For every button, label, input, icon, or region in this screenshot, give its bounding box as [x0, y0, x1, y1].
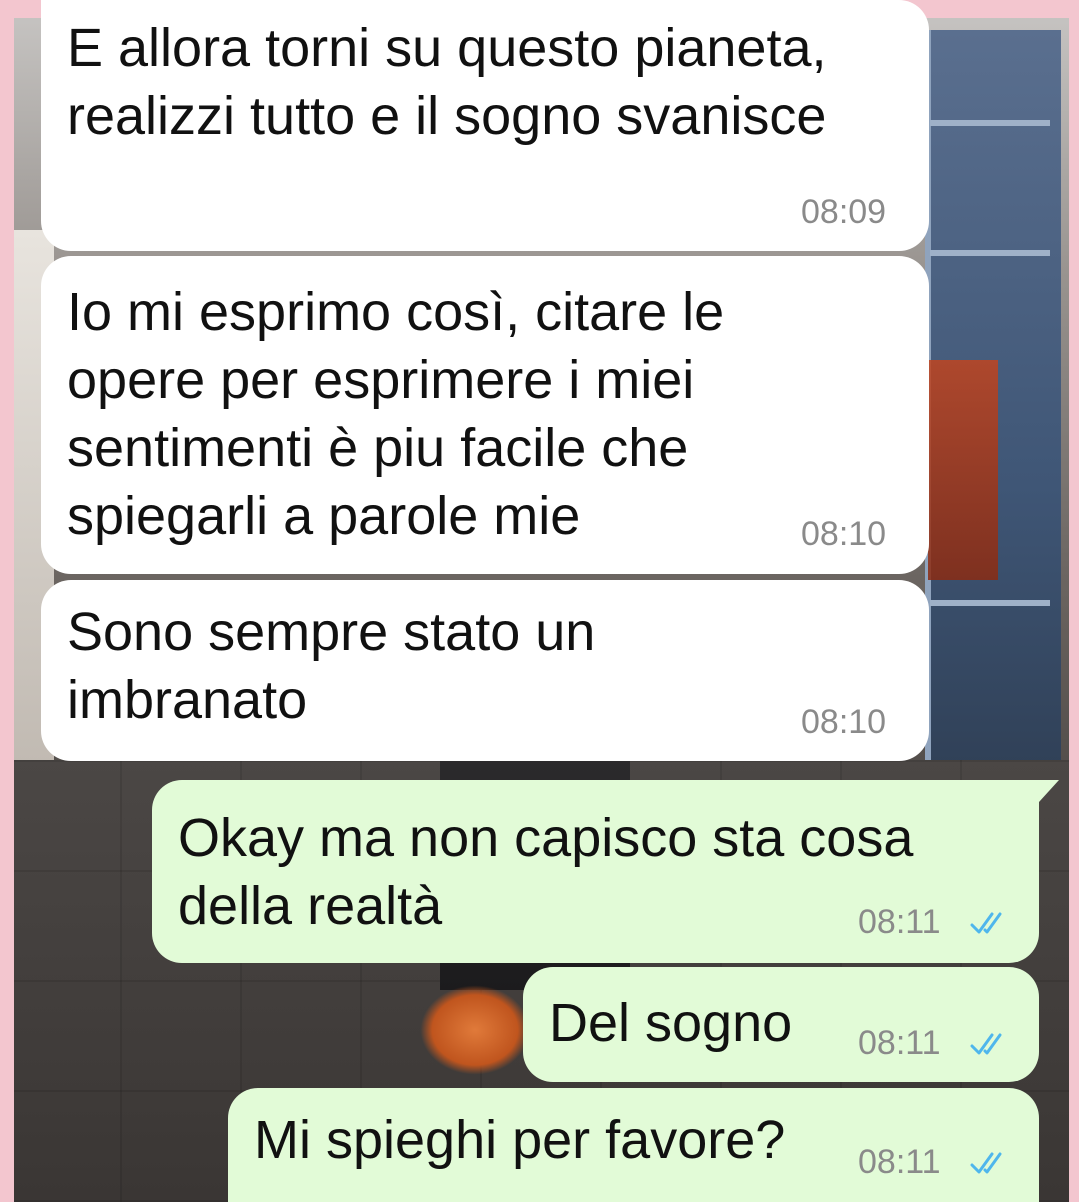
message-timestamp: 08:11: [858, 903, 941, 941]
message-list[interactable]: E allora torni su questo pianeta, realiz…: [0, 0, 1079, 1202]
message-timestamp: 08:10: [801, 703, 887, 741]
message-timestamp: 08:11: [858, 1024, 941, 1062]
message-text: Mi spieghi per favore?: [254, 1110, 786, 1170]
message-timestamp: 08:10: [801, 515, 887, 553]
message-text: E allora torni su questo pianeta, realiz…: [67, 18, 827, 146]
double-check-icon: [970, 1152, 1002, 1174]
message-bubble-outgoing[interactable]: Okay ma non capisco sta cosa della realt…: [152, 780, 1039, 963]
message-text: Okay ma non capisco sta cosa della realt…: [178, 808, 914, 936]
message-text: Del sogno: [549, 993, 793, 1053]
message-bubble-incoming[interactable]: E allora torni su questo pianeta, realiz…: [41, 0, 929, 251]
double-check-icon: [970, 912, 1002, 934]
outgoing-bubble-tail: [1039, 780, 1059, 802]
message-timestamp: 08:09: [801, 193, 887, 231]
double-check-icon: [970, 1033, 1002, 1055]
message-bubble-incoming[interactable]: Io mi esprimo così, citare le opere per …: [41, 256, 929, 574]
message-bubble-outgoing[interactable]: Del sogno 08:11: [523, 967, 1039, 1082]
message-bubble-incoming[interactable]: Sono sempre stato un imbranato 08:10: [41, 580, 929, 761]
message-text: Sono sempre stato un imbranato: [67, 602, 596, 730]
message-timestamp: 08:11: [858, 1143, 941, 1181]
message-text: Io mi esprimo così, citare le opere per …: [67, 282, 725, 546]
message-bubble-outgoing[interactable]: Mi spieghi per favore? 08:11: [228, 1088, 1039, 1202]
